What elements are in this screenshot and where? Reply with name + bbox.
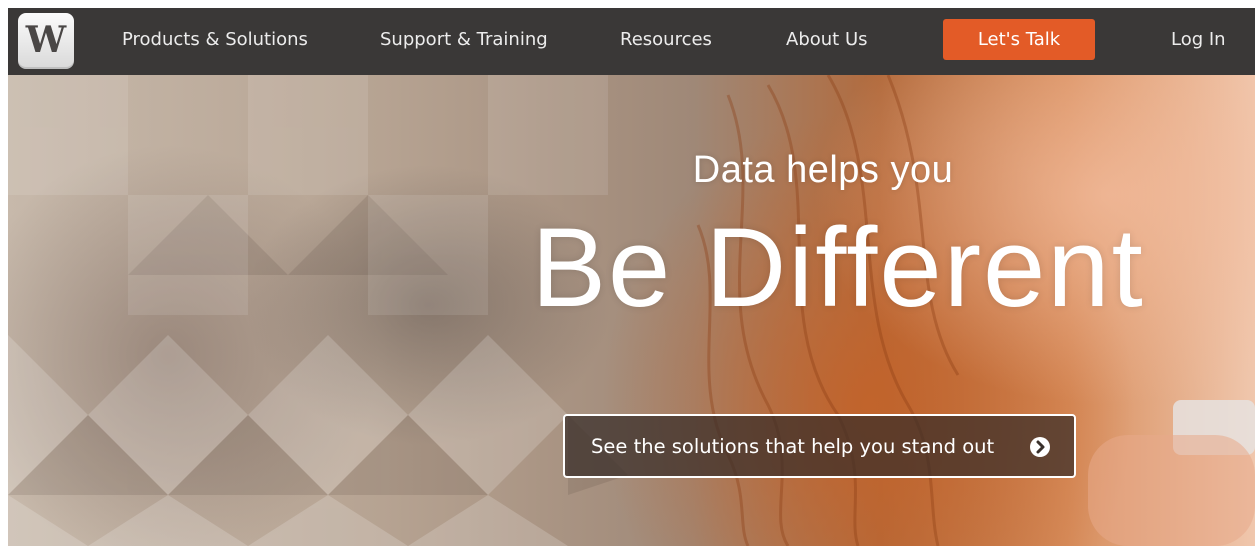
logo-letter: W bbox=[25, 19, 67, 61]
see-solutions-label: See the solutions that help you stand ou… bbox=[591, 435, 995, 458]
hero-kicker-text: Data helps you bbox=[692, 149, 954, 191]
nav-products-solutions[interactable]: Products & Solutions bbox=[122, 8, 308, 75]
login-link[interactable]: Log In bbox=[1171, 8, 1226, 75]
hero-banner: Data helps you Be Different See the solu… bbox=[8, 75, 1255, 546]
brand-logo[interactable]: W bbox=[18, 13, 74, 69]
page: W Products & Solutions Support & Trainin… bbox=[0, 0, 1255, 546]
nav-support-training[interactable]: Support & Training bbox=[380, 8, 548, 75]
see-solutions-button[interactable]: See the solutions that help you stand ou… bbox=[563, 414, 1076, 478]
browser-viewport: W Products & Solutions Support & Trainin… bbox=[8, 8, 1255, 546]
lets-talk-button[interactable]: Let's Talk bbox=[943, 19, 1095, 60]
hero-headline: Be Different bbox=[531, 205, 1145, 330]
nav-resources[interactable]: Resources bbox=[620, 8, 712, 75]
top-navigation-bar: W Products & Solutions Support & Trainin… bbox=[8, 8, 1255, 75]
chevron-right-circle-icon bbox=[1030, 437, 1050, 457]
nav-about-us[interactable]: About Us bbox=[786, 8, 868, 75]
